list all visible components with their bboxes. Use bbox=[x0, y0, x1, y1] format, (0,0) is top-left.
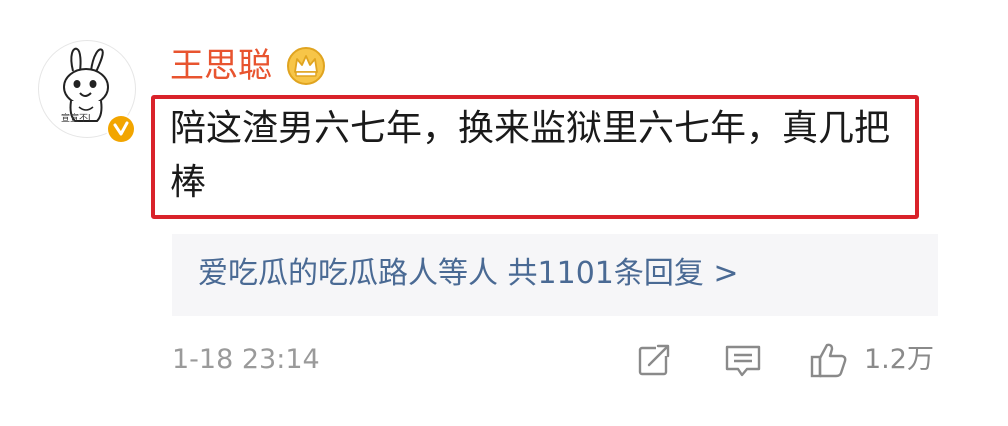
username[interactable]: 王思聪 bbox=[170, 44, 272, 88]
weibo-comment-card: 宣宣不l 王思聪 陪这渣男六七年，换来监狱里六七年，真几把棒 爱吃瓜的吃瓜路人等… bbox=[0, 0, 1008, 426]
share-button[interactable] bbox=[634, 338, 674, 382]
share-icon bbox=[638, 344, 670, 376]
view-replies-link[interactable]: 爱吃瓜的吃瓜路人等人 共1101条回复 > bbox=[198, 253, 739, 295]
verified-badge bbox=[106, 114, 136, 144]
thumbs-up-icon bbox=[810, 343, 847, 378]
verified-icon bbox=[108, 116, 134, 142]
like-button[interactable]: 1.2万 bbox=[808, 338, 934, 382]
timestamp: 1-18 23:14 bbox=[172, 344, 320, 375]
like-count: 1.2万 bbox=[864, 344, 934, 375]
avatar-caption: 宣宣不l bbox=[61, 114, 91, 124]
comment-icon bbox=[725, 345, 761, 377]
comment-button[interactable] bbox=[722, 338, 764, 382]
crown-icon bbox=[286, 46, 326, 86]
comment-text: 陪这渣男六七年，换来监狱里六七年，真几把棒 bbox=[170, 108, 891, 203]
